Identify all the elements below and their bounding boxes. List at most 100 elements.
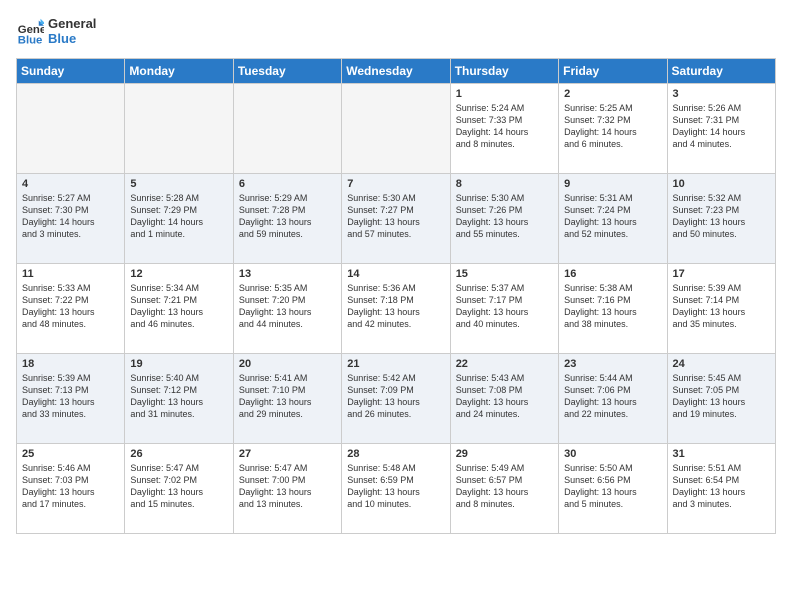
- day-cell: 17 Sunrise: 5:39 AM Sunset: 7:14 PM Dayli…: [667, 264, 775, 354]
- day-cell: [342, 84, 450, 174]
- day-number: 13: [239, 268, 336, 280]
- day-info: Sunrise: 5:33 AM Sunset: 7:22 PM Dayligh…: [22, 282, 119, 331]
- day-number: 20: [239, 358, 336, 370]
- day-info: Sunrise: 5:49 AM Sunset: 6:57 PM Dayligh…: [456, 462, 553, 511]
- day-cell: 22 Sunrise: 5:43 AM Sunset: 7:08 PM Dayli…: [450, 354, 558, 444]
- day-number: 9: [564, 178, 661, 190]
- header-row: SundayMondayTuesdayWednesdayThursdayFrid…: [17, 59, 776, 84]
- svg-text:Blue: Blue: [18, 34, 43, 45]
- day-cell: 28 Sunrise: 5:48 AM Sunset: 6:59 PM Dayli…: [342, 444, 450, 534]
- day-info: Sunrise: 5:32 AM Sunset: 7:23 PM Dayligh…: [673, 192, 770, 241]
- day-cell: 26 Sunrise: 5:47 AM Sunset: 7:02 PM Dayli…: [125, 444, 233, 534]
- day-number: 8: [456, 178, 553, 190]
- day-info: Sunrise: 5:30 AM Sunset: 7:26 PM Dayligh…: [456, 192, 553, 241]
- weekday-header-sunday: Sunday: [17, 59, 125, 84]
- day-number: 1: [456, 88, 553, 100]
- day-number: 22: [456, 358, 553, 370]
- day-info: Sunrise: 5:29 AM Sunset: 7:28 PM Dayligh…: [239, 192, 336, 241]
- logo-blue: Blue: [48, 31, 96, 46]
- day-number: 10: [673, 178, 770, 190]
- page-header: General Blue General Blue: [16, 16, 776, 46]
- day-cell: 31 Sunrise: 5:51 AM Sunset: 6:54 PM Dayli…: [667, 444, 775, 534]
- day-cell: 8 Sunrise: 5:30 AM Sunset: 7:26 PM Daylig…: [450, 174, 558, 264]
- day-number: 23: [564, 358, 661, 370]
- day-cell: 18 Sunrise: 5:39 AM Sunset: 7:13 PM Dayli…: [17, 354, 125, 444]
- weekday-header-friday: Friday: [559, 59, 667, 84]
- day-cell: 6 Sunrise: 5:29 AM Sunset: 7:28 PM Daylig…: [233, 174, 341, 264]
- day-cell: [17, 84, 125, 174]
- weekday-header-tuesday: Tuesday: [233, 59, 341, 84]
- day-info: Sunrise: 5:41 AM Sunset: 7:10 PM Dayligh…: [239, 372, 336, 421]
- day-number: 19: [130, 358, 227, 370]
- day-info: Sunrise: 5:43 AM Sunset: 7:08 PM Dayligh…: [456, 372, 553, 421]
- day-info: Sunrise: 5:36 AM Sunset: 7:18 PM Dayligh…: [347, 282, 444, 331]
- day-cell: 1Sunrise: 5:24 AM Sunset: 7:33 PM Daylig…: [450, 84, 558, 174]
- day-cell: 9 Sunrise: 5:31 AM Sunset: 7:24 PM Daylig…: [559, 174, 667, 264]
- day-info: Sunrise: 5:44 AM Sunset: 7:06 PM Dayligh…: [564, 372, 661, 421]
- day-number: 24: [673, 358, 770, 370]
- day-cell: 29 Sunrise: 5:49 AM Sunset: 6:57 PM Dayli…: [450, 444, 558, 534]
- day-number: 29: [456, 448, 553, 460]
- day-info: Sunrise: 5:30 AM Sunset: 7:27 PM Dayligh…: [347, 192, 444, 241]
- day-cell: 30Sunrise: 5:50 AM Sunset: 6:56 PM Dayli…: [559, 444, 667, 534]
- weekday-header-saturday: Saturday: [667, 59, 775, 84]
- day-info: Sunrise: 5:28 AM Sunset: 7:29 PM Dayligh…: [130, 192, 227, 241]
- day-cell: 23 Sunrise: 5:44 AM Sunset: 7:06 PM Dayli…: [559, 354, 667, 444]
- day-cell: 10 Sunrise: 5:32 AM Sunset: 7:23 PM Dayli…: [667, 174, 775, 264]
- day-info: Sunrise: 5:39 AM Sunset: 7:14 PM Dayligh…: [673, 282, 770, 331]
- day-number: 28: [347, 448, 444, 460]
- day-number: 15: [456, 268, 553, 280]
- logo-general: General: [48, 16, 96, 31]
- logo-icon: General Blue: [16, 17, 44, 45]
- day-number: 26: [130, 448, 227, 460]
- day-info: Sunrise: 5:42 AM Sunset: 7:09 PM Dayligh…: [347, 372, 444, 421]
- week-row-2: 4Sunrise: 5:27 AM Sunset: 7:30 PM Daylig…: [17, 174, 776, 264]
- day-info: Sunrise: 5:25 AM Sunset: 7:32 PM Dayligh…: [564, 102, 661, 151]
- weekday-header-wednesday: Wednesday: [342, 59, 450, 84]
- day-info: Sunrise: 5:45 AM Sunset: 7:05 PM Dayligh…: [673, 372, 770, 421]
- week-row-5: 25Sunrise: 5:46 AM Sunset: 7:03 PM Dayli…: [17, 444, 776, 534]
- day-number: 18: [22, 358, 119, 370]
- day-info: Sunrise: 5:34 AM Sunset: 7:21 PM Dayligh…: [130, 282, 227, 331]
- day-cell: 3Sunrise: 5:26 AM Sunset: 7:31 PM Daylig…: [667, 84, 775, 174]
- day-number: 21: [347, 358, 444, 370]
- day-cell: 14 Sunrise: 5:36 AM Sunset: 7:18 PM Dayli…: [342, 264, 450, 354]
- logo: General Blue General Blue: [16, 16, 96, 46]
- day-number: 14: [347, 268, 444, 280]
- day-info: Sunrise: 5:47 AM Sunset: 7:02 PM Dayligh…: [130, 462, 227, 511]
- day-cell: 12 Sunrise: 5:34 AM Sunset: 7:21 PM Dayli…: [125, 264, 233, 354]
- day-cell: 4Sunrise: 5:27 AM Sunset: 7:30 PM Daylig…: [17, 174, 125, 264]
- day-info: Sunrise: 5:38 AM Sunset: 7:16 PM Dayligh…: [564, 282, 661, 331]
- day-cell: 5Sunrise: 5:28 AM Sunset: 7:29 PM Daylig…: [125, 174, 233, 264]
- week-row-4: 18 Sunrise: 5:39 AM Sunset: 7:13 PM Dayli…: [17, 354, 776, 444]
- day-cell: 25Sunrise: 5:46 AM Sunset: 7:03 PM Dayli…: [17, 444, 125, 534]
- day-number: 17: [673, 268, 770, 280]
- weekday-header-monday: Monday: [125, 59, 233, 84]
- day-number: 27: [239, 448, 336, 460]
- day-number: 31: [673, 448, 770, 460]
- day-cell: 24 Sunrise: 5:45 AM Sunset: 7:05 PM Dayli…: [667, 354, 775, 444]
- day-number: 2: [564, 88, 661, 100]
- day-number: 6: [239, 178, 336, 190]
- day-info: Sunrise: 5:27 AM Sunset: 7:30 PM Dayligh…: [22, 192, 119, 241]
- day-cell: 2 Sunrise: 5:25 AM Sunset: 7:32 PM Daylig…: [559, 84, 667, 174]
- day-cell: [233, 84, 341, 174]
- day-cell: 15Sunrise: 5:37 AM Sunset: 7:17 PM Dayli…: [450, 264, 558, 354]
- day-info: Sunrise: 5:26 AM Sunset: 7:31 PM Dayligh…: [673, 102, 770, 151]
- weekday-header-thursday: Thursday: [450, 59, 558, 84]
- day-cell: [125, 84, 233, 174]
- day-info: Sunrise: 5:40 AM Sunset: 7:12 PM Dayligh…: [130, 372, 227, 421]
- day-info: Sunrise: 5:35 AM Sunset: 7:20 PM Dayligh…: [239, 282, 336, 331]
- day-info: Sunrise: 5:48 AM Sunset: 6:59 PM Dayligh…: [347, 462, 444, 511]
- week-row-3: 11Sunrise: 5:33 AM Sunset: 7:22 PM Dayli…: [17, 264, 776, 354]
- calendar-table: SundayMondayTuesdayWednesdayThursdayFrid…: [16, 58, 776, 534]
- day-number: 7: [347, 178, 444, 190]
- day-info: Sunrise: 5:39 AM Sunset: 7:13 PM Dayligh…: [22, 372, 119, 421]
- day-number: 12: [130, 268, 227, 280]
- day-info: Sunrise: 5:46 AM Sunset: 7:03 PM Dayligh…: [22, 462, 119, 511]
- day-info: Sunrise: 5:51 AM Sunset: 6:54 PM Dayligh…: [673, 462, 770, 511]
- day-cell: 13 Sunrise: 5:35 AM Sunset: 7:20 PM Dayli…: [233, 264, 341, 354]
- day-cell: 11Sunrise: 5:33 AM Sunset: 7:22 PM Dayli…: [17, 264, 125, 354]
- day-number: 30: [564, 448, 661, 460]
- day-info: Sunrise: 5:31 AM Sunset: 7:24 PM Dayligh…: [564, 192, 661, 241]
